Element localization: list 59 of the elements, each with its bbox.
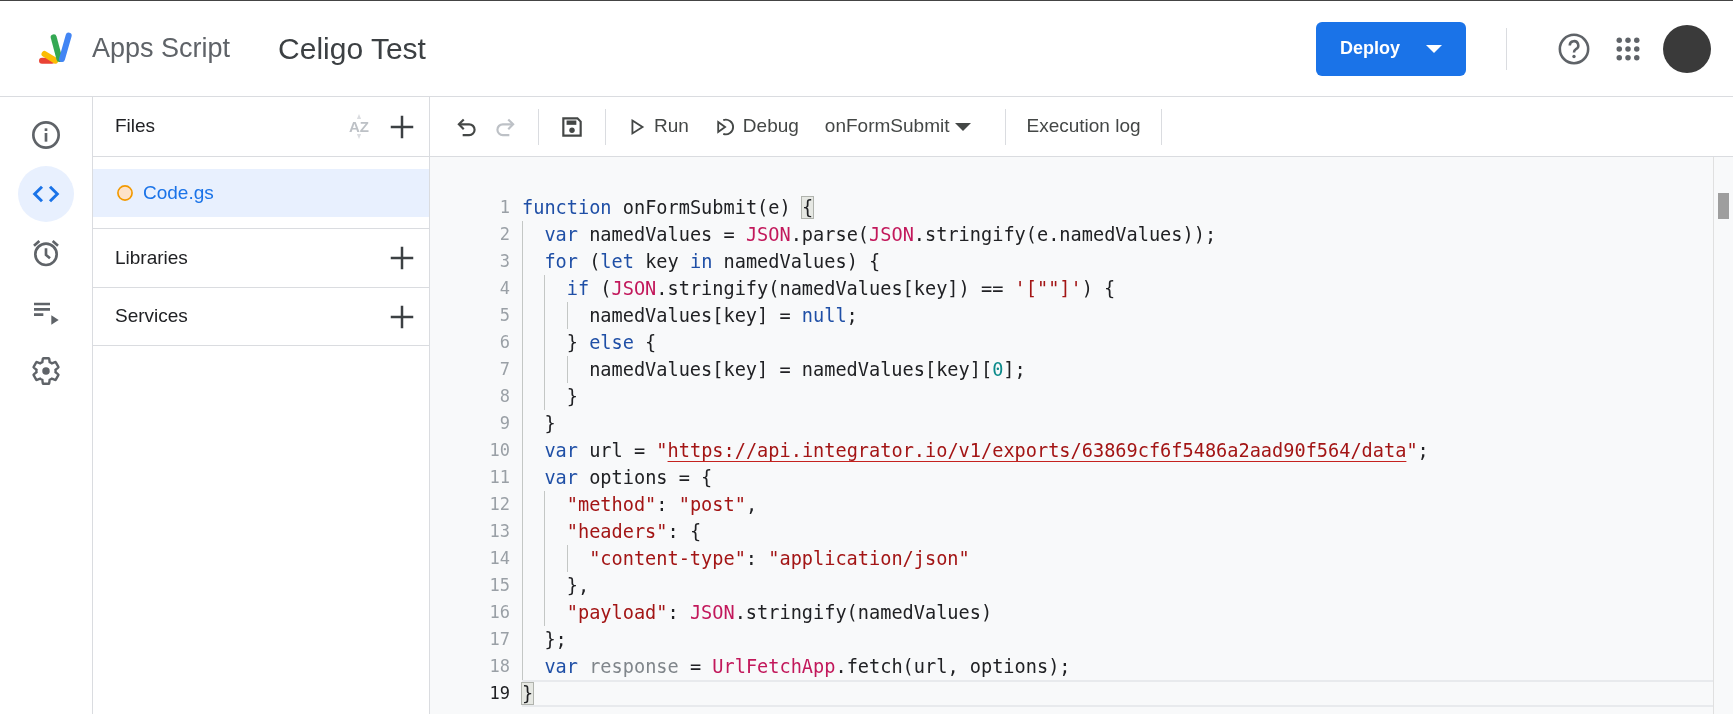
code-line: if (JSON.stringify(namedValues[key]) == '[""]') { — [522, 275, 1116, 302]
run-button[interactable]: Run — [620, 106, 695, 147]
code-line: function onFormSubmit(e) { — [522, 196, 814, 220]
line-number: 1 — [498, 196, 510, 219]
line-number: 8 — [498, 385, 510, 408]
line-number: 2 — [498, 223, 510, 246]
log-button[interactable]: Execution log — [1020, 106, 1147, 147]
debug-button[interactable]: Debug — [708, 106, 805, 147]
alarm-clock-icon[interactable] — [30, 237, 62, 269]
file-item[interactable]: Code.gs — [93, 169, 429, 217]
line-number: 19 — [488, 682, 510, 705]
gear-icon[interactable] — [30, 355, 62, 387]
product-name: Apps Script — [92, 32, 231, 66]
line-number: 16 — [488, 601, 510, 624]
line-number: 18 — [488, 655, 510, 678]
function-dropdown[interactable]: onFormSubmit — [818, 106, 978, 147]
code-line: namedValues[key] = null; — [522, 302, 858, 329]
project-title: Celigo Test — [278, 31, 426, 67]
code-line: var response = UrlFetchApp.fetch(url, options); — [522, 653, 1071, 680]
section-title: Libraries — [115, 245, 189, 270]
line-number: 7 — [498, 358, 510, 381]
code-line: }; — [522, 626, 567, 653]
code-line: namedValues[key] = namedValues[key][0]; — [522, 356, 1026, 383]
code-line: "method": "post", — [522, 491, 758, 518]
code-line: } — [522, 383, 578, 410]
section-title: Services — [115, 304, 189, 329]
code-line: var options = { — [522, 464, 713, 491]
line-number: 10 — [488, 439, 510, 462]
line-number: 9 — [498, 412, 510, 435]
panel-title: Files — [115, 114, 157, 139]
avatar[interactable] — [1663, 24, 1711, 73]
code-line: "payload": JSON.stringify(namedValues) — [522, 599, 993, 626]
code-line: } — [522, 410, 556, 437]
deploy-button[interactable]: Deploy — [1316, 21, 1466, 76]
code-line: var namedValues = JSON.parse(JSON.stringify(e.namedValues)); — [522, 221, 1217, 248]
line-number: 6 — [498, 331, 510, 354]
line-number: 5 — [498, 304, 510, 327]
line-number: 13 — [488, 520, 510, 543]
caret-up-icon — [354, 114, 364, 119]
line-number: 14 — [488, 547, 510, 570]
line-number: 15 — [488, 574, 510, 597]
line-number: 17 — [488, 628, 510, 651]
code-line: "content-type": "application/json" — [522, 545, 970, 572]
code-line: } else { — [522, 329, 657, 356]
caret-icon — [1426, 44, 1442, 53]
line-number: 3 — [498, 250, 510, 273]
caret-icon — [955, 122, 972, 131]
line-number: 12 — [488, 493, 510, 516]
caret-down-icon — [354, 134, 364, 139]
scrollbar-thumb[interactable] — [1718, 193, 1729, 219]
code-line: for (let key in namedValues) { — [522, 248, 881, 275]
help-icon[interactable] — [1557, 31, 1591, 66]
line-number: 4 — [498, 277, 510, 300]
code-line: "headers": { — [522, 518, 702, 545]
code-line: var url = "https://api.integrator.io/v1/exports/63869cf6f5486a2aad90f564/data"; — [522, 437, 1429, 464]
unsaved-dot-icon — [115, 183, 135, 203]
code-line: }, — [522, 572, 590, 599]
info-icon[interactable] — [30, 119, 62, 151]
line-number: 11 — [488, 466, 510, 489]
